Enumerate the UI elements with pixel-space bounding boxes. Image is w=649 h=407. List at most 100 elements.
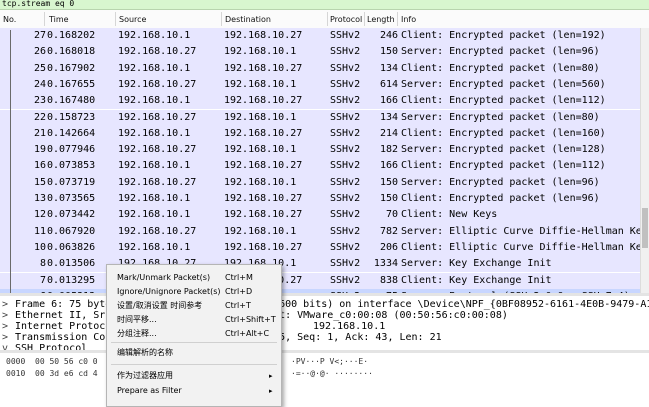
- packet-list-scrollbar[interactable]: [640, 28, 649, 293]
- packet-cell-time: 0.168202: [47, 30, 96, 41]
- packet-cell-len: 134: [379, 62, 398, 74]
- packet-cell-len: 782: [379, 225, 398, 237]
- packet-row[interactable]: 70.013295192.168.10.1192.168.10.27SSHv28…: [0, 272, 640, 289]
- packet-row[interactable]: 16 0.073853 192.168.10.1 192.168.10.27 SSHv2…: [0, 158, 640, 175]
- submenu-arrow-icon: ▸: [269, 387, 273, 395]
- packet-cell-proto: SSHv2: [330, 176, 361, 188]
- packet-cell-proto: SSHv2: [330, 78, 361, 90]
- packet-row[interactable]: 13 0.073565 192.168.10.1 192.168.10.27 SSHv2…: [0, 191, 640, 208]
- packet-cell-no: 10: [33, 241, 46, 253]
- packet-cell-src: 192.168.10.27: [118, 46, 197, 58]
- packet-cell-proto: SSHv2: [330, 95, 361, 107]
- column-header-info[interactable]: Info: [401, 15, 416, 24]
- context-menu-item[interactable]: 作为过滤器应用 ▸: [107, 369, 281, 383]
- display-filter-text: tcp.stream eq 0: [2, 0, 75, 8]
- context-menu-item[interactable]: 编辑解析的名称: [107, 346, 281, 360]
- packet-row[interactable]: 10 0.063826 192.168.10.1 192.168.10.27 SSHv2…: [0, 239, 640, 257]
- packet-row[interactable]: 22 0.158723 192.168.10.27 192.168.10.1 SSHv2…: [0, 109, 640, 126]
- menu-item-shortcut: Ctrl+Shift+T: [225, 315, 276, 324]
- packet-row[interactable]: 24 0.167655 192.168.10.27 192.168.10.1 SSHv2…: [0, 76, 640, 94]
- packet-cell-info: Client: Encrypted packet (len=96): [401, 193, 600, 204]
- menu-item-label: Ignore/Unignore Packet(s): [117, 287, 221, 296]
- hex-bytes: 00 3d e6 cd 4: [35, 369, 98, 378]
- packet-cell-time: 0.073853: [47, 160, 96, 172]
- packet-cell-no: 15: [33, 176, 46, 188]
- packet-cell-time: 0.167902: [47, 62, 96, 74]
- packet-cell-len: 150: [379, 193, 398, 204]
- column-header-length[interactable]: Length: [367, 15, 395, 24]
- menu-item-label: 作为过滤器应用: [117, 371, 173, 380]
- packet-cell-len: 838: [379, 274, 398, 286]
- packet-cell-time: 0.077946: [47, 144, 96, 156]
- packet-cell-info: Client: Encrypted packet (len=80): [401, 62, 600, 74]
- packet-row[interactable]: 12 0.073442 192.168.10.1 192.168.10.27 SSHv2…: [0, 207, 640, 224]
- packet-cell-dst: 192.168.10.1: [224, 111, 297, 123]
- context-menu[interactable]: Mark/Unmark Packet(s) Ctrl+M Ignore/Unigno…: [106, 264, 282, 407]
- packet-row[interactable]: 19 0.077946 192.168.10.27 192.168.10.1 SSHv2…: [0, 142, 640, 159]
- menu-item-shortcut: Ctrl+Alt+C: [225, 329, 270, 338]
- packet-list[interactable]: 27 0.168202 192.168.10.1 192.168.10.27 SSHv2…: [0, 28, 640, 293]
- packet-cell-src: 192.168.10.1: [118, 193, 191, 204]
- context-menu-item[interactable]: Mark/Unmark Packet(s) Ctrl+M: [107, 271, 281, 285]
- packet-cell-info: Server: Encrypted packet (len=560): [401, 78, 606, 90]
- packet-cell-dst: 192.168.10.1: [224, 176, 297, 188]
- packet-cell-src: 192.168.10.27: [118, 176, 197, 188]
- packet-cell-proto: SSHv2: [330, 30, 361, 41]
- menu-item-label: 编辑解析的名称: [117, 348, 173, 357]
- packet-cell-src: 192.168.10.1: [118, 30, 191, 41]
- packet-row[interactable]: 23 0.167480 192.168.10.1 192.168.10.27 SSHv2…: [0, 93, 640, 110]
- packet-cell-src: 192.168.10.27: [118, 225, 197, 237]
- packet-row[interactable]: 15 0.073719 192.168.10.27 192.168.10.1 SSHv2…: [0, 174, 640, 191]
- submenu-arrow-icon: ▸: [269, 372, 273, 380]
- packet-cell-proto: SSHv2: [330, 111, 361, 123]
- menu-item-shortcut: Ctrl+D: [225, 287, 253, 296]
- packet-details-pane[interactable]: >Frame 6: 75 bytesed (600 bits) on inter…: [0, 296, 649, 354]
- context-menu-item[interactable]: Ignore/Unignore Packet(s) Ctrl+D: [107, 285, 281, 299]
- packet-row[interactable]: 11 0.067920 192.168.10.27 192.168.10.1 SSHv2…: [0, 223, 640, 240]
- context-menu-item[interactable]: Prepare as Filter ▸: [107, 384, 281, 398]
- packet-row[interactable]: 21 0.142664 192.168.10.1 192.168.10.27 SSHv2…: [0, 125, 640, 143]
- packet-cell-src: 192.168.10.1: [118, 209, 191, 221]
- column-header-source[interactable]: Source: [119, 15, 146, 24]
- packet-cell-info: Client: Encrypted packet (len=112): [401, 95, 606, 107]
- packet-cell-no: 22: [33, 111, 46, 123]
- packet-cell-time: 0.168018: [47, 46, 96, 58]
- packet-cell-info: Server: Key Exchange Init: [401, 258, 552, 270]
- packet-cell-no: 24: [33, 78, 46, 90]
- packet-cell-no: 19: [33, 144, 46, 156]
- column-header-time[interactable]: Time: [49, 15, 69, 24]
- packet-cell-info: Client: Encrypted packet (len=160): [401, 127, 606, 139]
- packet-bytes-pane[interactable]: 0000 00 50 56 c0 0 ·PV···P V<;···E· 0010 00 …: [0, 353, 649, 405]
- packet-cell-len: 134: [379, 111, 398, 123]
- packet-row[interactable]: 80.013506192.168.10.27192.168.10.1SSHv21…: [0, 256, 640, 273]
- column-header-protocol[interactable]: Protocol: [330, 15, 362, 24]
- packet-cell-no: 7: [39, 274, 46, 286]
- packet-cell-time: 0.167655: [47, 78, 96, 90]
- packet-row[interactable]: 26 0.168018 192.168.10.27 192.168.10.1 SSHv2…: [0, 44, 640, 61]
- packet-cell-info: Client: New Keys: [401, 209, 498, 221]
- menu-item-label: 设置/取消设置 时间参考: [117, 301, 203, 310]
- context-menu-item[interactable]: 时间平移... Ctrl+Shift+T: [107, 313, 281, 327]
- display-filter-bar[interactable]: tcp.stream eq 0: [0, 0, 649, 10]
- hex-bytes: 00 50 56 c0 0: [35, 357, 98, 366]
- packet-cell-time: 0.063826: [47, 241, 96, 253]
- column-header-no[interactable]: No.: [3, 15, 16, 24]
- packet-cell-len: 206: [379, 241, 398, 253]
- packet-cell-src: 192.168.10.27: [118, 144, 197, 156]
- menu-item-label: Mark/Unmark Packet(s): [117, 273, 211, 282]
- column-header-destination[interactable]: Destination: [225, 15, 271, 24]
- packet-cell-dst: 192.168.10.27: [224, 209, 303, 221]
- packet-cell-time: 0.158723: [47, 111, 96, 123]
- packet-row[interactable]: 25 0.167902 192.168.10.1 192.168.10.27 SSHv2…: [0, 60, 640, 77]
- packet-cell-info: Server: Encrypted packet (len=96): [401, 176, 600, 188]
- scrollbar-thumb[interactable]: [642, 208, 648, 248]
- packet-cell-proto: SSHv2: [330, 160, 361, 172]
- context-menu-item[interactable]: 分组注释... Ctrl+Alt+C: [107, 327, 281, 341]
- menu-item-shortcut: Ctrl+M: [225, 273, 253, 282]
- packet-cell-no: 21: [33, 127, 46, 139]
- packet-row[interactable]: 27 0.168202 192.168.10.1 192.168.10.27 SSHv2…: [0, 28, 640, 45]
- packet-cell-src: 192.168.10.1: [118, 95, 191, 107]
- packet-cell-time: 0.073442: [47, 209, 96, 221]
- packet-cell-time: 0.067920: [47, 225, 96, 237]
- context-menu-item[interactable]: 设置/取消设置 时间参考 Ctrl+T: [107, 299, 281, 313]
